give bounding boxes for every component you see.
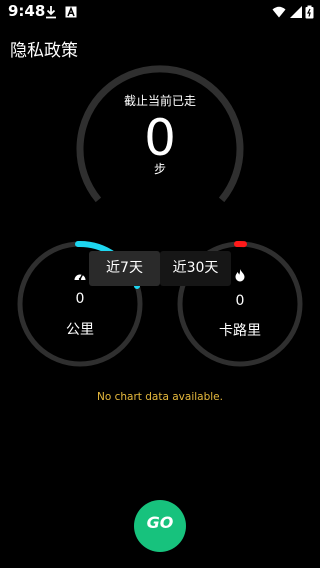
steps-value: 0 — [144, 109, 176, 167]
tab-7-days[interactable]: 近7天 — [89, 251, 160, 286]
calories-value: 0 — [235, 293, 245, 309]
chart-empty-message: No chart data available. — [97, 391, 223, 403]
distance-unit: 公里 — [66, 322, 94, 338]
steps-caption: 截止当前已走 — [123, 94, 196, 108]
steps-unit: 步 — [153, 162, 166, 176]
flame-icon — [235, 269, 245, 282]
go-button-label[interactable]: GO — [134, 513, 186, 532]
distance-value: 0 — [75, 291, 85, 307]
tab-30-days[interactable]: 近30天 — [160, 251, 231, 286]
speedometer-icon — [74, 274, 86, 281]
calories-unit: 卡路里 — [219, 323, 261, 339]
